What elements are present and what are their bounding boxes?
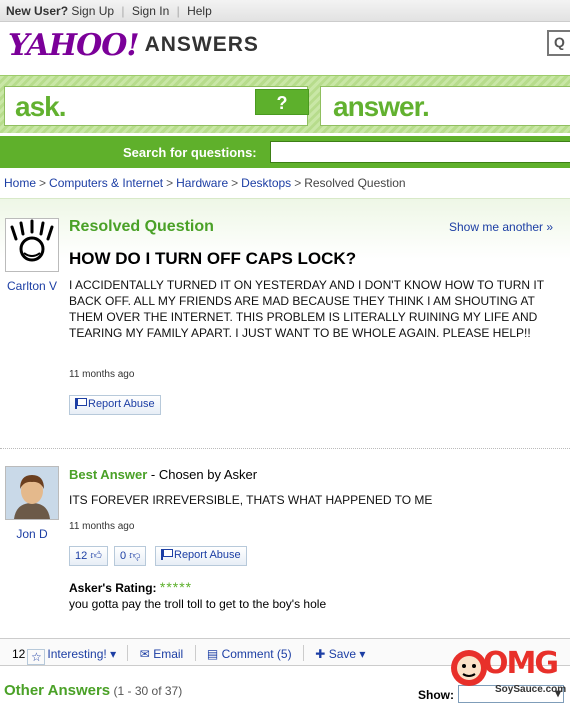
divider (0, 448, 570, 449)
ask-box[interactable]: ask. ? (4, 86, 309, 126)
interesting-button[interactable]: Interesting! ▾ (47, 647, 116, 661)
flag-icon (161, 549, 173, 560)
search-label: Search for questions: (123, 145, 257, 160)
asker-rating: Asker's Rating: ***** (69, 579, 192, 595)
email-button[interactable]: ✉ Email (140, 647, 183, 661)
question-time: 11 months ago (69, 369, 135, 380)
thumbs-up-button[interactable]: 12 👍︎ (69, 546, 108, 566)
new-user-label: New User? (6, 4, 69, 18)
weezer-logo-icon (10, 219, 54, 262)
yahoo-answers-logo[interactable]: YAHOO! ANSWERS (8, 28, 259, 63)
save-button[interactable]: ✚ Save ▾ (315, 647, 365, 661)
report-abuse-button[interactable]: Report Abuse (69, 395, 161, 415)
user-avatar-icon (6, 467, 58, 519)
rating-stars: ***** (159, 579, 193, 595)
answerer-name[interactable]: Jon D (16, 527, 47, 541)
asker-name[interactable]: Carlton V (7, 279, 57, 293)
breadcrumb-hardware[interactable]: Hardware (176, 176, 228, 190)
breadcrumb-desktops[interactable]: Desktops (241, 176, 291, 190)
watermark-sub: SoySauce.com (495, 684, 567, 695)
search-bar: Search for questions: (0, 136, 570, 168)
best-answer-body: ITS FOREVER IRREVERSIBLE, THATS WHAT HAP… (69, 493, 433, 507)
question-body: I ACCIDENTALLY TURNED IT ON YESTERDAY AN… (69, 278, 544, 340)
omg-soysauce-logo: OMG SoySauce.com (445, 640, 567, 700)
interesting-count: 12 (12, 647, 26, 661)
question-status: Resolved Question (69, 218, 214, 235)
answers-wordmark: ANSWERS (144, 33, 259, 56)
ask-question-button[interactable]: ? (255, 89, 309, 115)
search-icon[interactable]: Q (547, 30, 570, 56)
breadcrumb-current: Resolved Question (304, 176, 406, 190)
divider: | (176, 4, 180, 18)
help-link[interactable]: Help (187, 4, 212, 18)
thumbs-down-button[interactable]: 0 👎︎ (114, 546, 147, 566)
star-icon[interactable]: ☆ (27, 649, 46, 665)
search-input[interactable] (270, 141, 570, 163)
breadcrumb: Home > Computers & Internet > Hardware > Deskt… (4, 176, 406, 190)
envelope-icon: ✉ (139, 647, 150, 661)
answerer-avatar[interactable] (5, 466, 59, 520)
thumbs-up-icon: 👍︎ (90, 550, 102, 562)
asker-avatar[interactable] (5, 218, 59, 272)
other-answers-title: Other Answers (4, 682, 111, 699)
ask-label: ask. (15, 91, 66, 122)
chosen-by-label: - Chosen by Asker (147, 467, 258, 482)
yahoo-wordmark: YAHOO! (8, 28, 140, 63)
other-answers-range: (1 - 30 of 37) (113, 684, 183, 698)
question-title: HOW DO I TURN OFF CAPS LOCK? (69, 249, 357, 268)
best-answer-header: Best Answer - Chosen by Asker (69, 467, 257, 482)
plus-icon: ✚ (315, 647, 326, 661)
sign-up-link[interactable]: Sign Up (71, 4, 114, 18)
show-another-link[interactable]: Show me another » (449, 220, 553, 234)
answer-box[interactable]: answer. (320, 86, 570, 126)
ask-answer-band: ask. ? answer. (0, 75, 570, 133)
watermark-text: OMG (483, 646, 559, 681)
comment-button[interactable]: ▤ Comment (5) (207, 647, 292, 661)
rating-label: Asker's Rating: (69, 581, 157, 595)
divider: | (121, 4, 125, 18)
top-nav-bar: New User? Sign Up | Sign In | Help (0, 0, 570, 22)
breadcrumb-home[interactable]: Home (4, 176, 36, 190)
thumbs-down-icon: 👎︎ (129, 550, 141, 562)
sign-in-link[interactable]: Sign In (132, 4, 169, 18)
rating-comment: you gotta pay the troll toll to get to t… (69, 597, 327, 611)
best-answer-label: Best Answer (69, 467, 148, 482)
breadcrumb-computers[interactable]: Computers & Internet (49, 176, 163, 190)
answer-time: 11 months ago (69, 521, 135, 532)
report-abuse-button[interactable]: Report Abuse (155, 546, 247, 566)
comment-icon: ▤ (206, 647, 219, 661)
flag-icon (75, 398, 87, 409)
other-answers-header: Other Answers (1 - 30 of 37) (4, 682, 182, 699)
answer-label: answer. (333, 91, 430, 122)
